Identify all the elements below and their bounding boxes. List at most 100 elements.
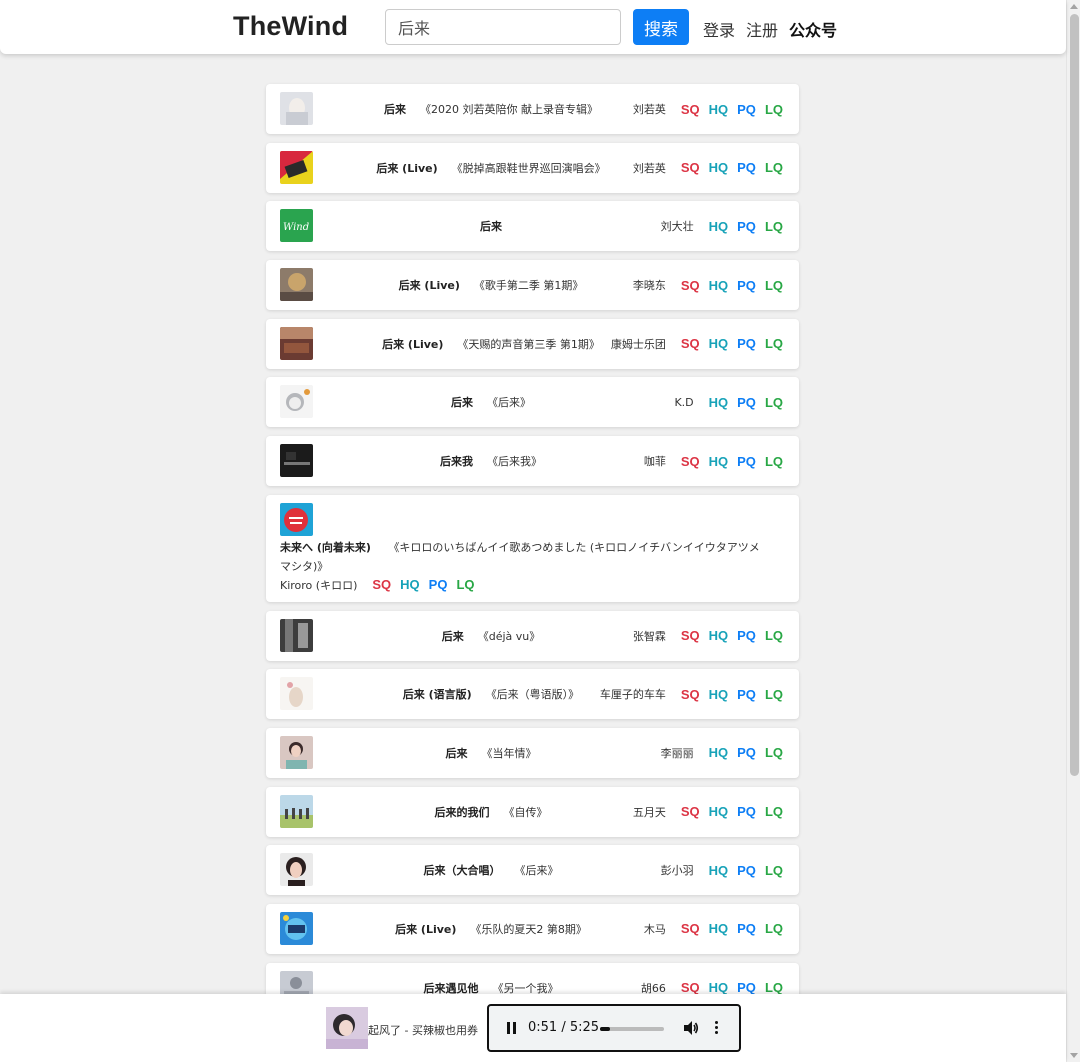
quality-pq-link[interactable]: PQ xyxy=(737,160,756,175)
song-title[interactable]: 后来 (Live) xyxy=(376,160,437,176)
quality-hq-link[interactable]: HQ xyxy=(709,980,729,995)
album-cover-image[interactable] xyxy=(280,326,313,360)
quality-lq-link[interactable]: LQ xyxy=(765,687,783,702)
quality-lq-link[interactable]: LQ xyxy=(456,577,474,592)
quality-pq-link[interactable]: PQ xyxy=(737,980,756,995)
song-card[interactable]: 后来的我们 《自传》 五月天 SQ HQ PQ LQ xyxy=(266,786,799,837)
quality-sq-link[interactable]: SQ xyxy=(681,278,700,293)
quality-lq-link[interactable]: LQ xyxy=(765,219,783,234)
volume-icon[interactable] xyxy=(683,1020,699,1036)
pause-icon[interactable] xyxy=(507,1022,517,1034)
quality-lq-link[interactable]: LQ xyxy=(765,336,783,351)
song-title[interactable]: 后来我 xyxy=(440,453,473,469)
song-card[interactable]: 后来 (Live) 《脱掉高跟鞋世界巡回演唱会》 刘若英 SQ HQ PQ LQ xyxy=(266,142,799,193)
quality-hq-link[interactable]: HQ xyxy=(709,336,729,351)
album-cover-image[interactable]: Wind xyxy=(280,209,313,243)
page-scrollbar[interactable] xyxy=(1066,0,1080,1062)
quality-hq-link[interactable]: HQ xyxy=(709,687,729,702)
album-cover-image[interactable] xyxy=(280,853,313,887)
song-card[interactable]: 后来 (Live) 《天赐的声音第三季 第1期》 康姆士乐团 SQ HQ PQ … xyxy=(266,318,799,369)
album-cover-image[interactable] xyxy=(280,618,313,652)
quality-lq-link[interactable]: LQ xyxy=(765,160,783,175)
quality-lq-link[interactable]: LQ xyxy=(765,278,783,293)
song-card[interactable]: 后来 (语言版) 《后来（粤语版）》 车厘子的车车 SQ HQ PQ LQ xyxy=(266,669,799,720)
scrollbar-thumb[interactable] xyxy=(1070,14,1079,776)
quality-lq-link[interactable]: LQ xyxy=(765,628,783,643)
song-title[interactable]: 后来（大合唱） xyxy=(424,862,501,878)
official-account-link[interactable]: 公众号 xyxy=(789,17,837,41)
quality-pq-link[interactable]: PQ xyxy=(737,219,756,234)
song-title[interactable]: 后来 (Live) xyxy=(395,921,456,937)
quality-hq-link[interactable]: HQ xyxy=(709,102,729,117)
quality-pq-link[interactable]: PQ xyxy=(737,102,756,117)
song-card[interactable]: 后来 (Live) 《乐队的夏天2 第8期》 木马 SQ HQ PQ LQ xyxy=(266,903,799,954)
site-logo[interactable]: TheWind xyxy=(233,11,348,42)
song-title[interactable]: 后来 (Live) xyxy=(382,336,443,352)
quality-sq-link[interactable]: SQ xyxy=(681,921,700,936)
quality-hq-link[interactable]: HQ xyxy=(709,454,729,469)
quality-sq-link[interactable]: SQ xyxy=(681,687,700,702)
quality-pq-link[interactable]: PQ xyxy=(737,278,756,293)
album-cover-image[interactable] xyxy=(280,385,313,419)
quality-lq-link[interactable]: LQ xyxy=(765,980,783,995)
quality-lq-link[interactable]: LQ xyxy=(765,745,783,760)
quality-lq-link[interactable]: LQ xyxy=(765,863,783,878)
song-title[interactable]: 后来 (Live) xyxy=(399,277,460,293)
quality-hq-link[interactable]: HQ xyxy=(709,804,729,819)
more-options-icon[interactable] xyxy=(714,1020,720,1036)
quality-pq-link[interactable]: PQ xyxy=(737,628,756,643)
quality-hq-link[interactable]: HQ xyxy=(709,219,729,234)
quality-pq-link[interactable]: PQ xyxy=(737,395,756,410)
quality-sq-link[interactable]: SQ xyxy=(681,628,700,643)
quality-pq-link[interactable]: PQ xyxy=(737,336,756,351)
quality-sq-link[interactable]: SQ xyxy=(681,980,700,995)
quality-hq-link[interactable]: HQ xyxy=(709,160,729,175)
song-card[interactable]: 后来 《2020 刘若英陪你 献上录音专辑》 刘若英 SQ HQ PQ LQ xyxy=(266,84,799,134)
scroll-down-arrow-icon[interactable] xyxy=(1070,1053,1078,1058)
quality-sq-link[interactable]: SQ xyxy=(681,454,700,469)
playback-progress-slider[interactable] xyxy=(600,1027,664,1031)
quality-hq-link[interactable]: HQ xyxy=(709,745,729,760)
quality-hq-link[interactable]: HQ xyxy=(709,863,729,878)
album-cover-image[interactable] xyxy=(280,735,313,769)
album-cover-image[interactable] xyxy=(280,794,313,828)
song-title[interactable]: 后来 xyxy=(442,628,464,644)
album-cover-image[interactable] xyxy=(280,677,313,711)
quality-sq-link[interactable]: SQ xyxy=(681,336,700,351)
audio-player-controls[interactable]: 0:51 / 5:25 xyxy=(487,1004,741,1052)
quality-hq-link[interactable]: HQ xyxy=(400,577,420,592)
quality-hq-link[interactable]: HQ xyxy=(709,278,729,293)
quality-lq-link[interactable]: LQ xyxy=(765,921,783,936)
quality-pq-link[interactable]: PQ xyxy=(737,863,756,878)
song-title[interactable]: 后来 xyxy=(480,218,502,234)
quality-lq-link[interactable]: LQ xyxy=(765,395,783,410)
quality-sq-link[interactable]: SQ xyxy=(681,102,700,117)
quality-lq-link[interactable]: LQ xyxy=(765,804,783,819)
song-card[interactable]: 后来 《déjà vu》 张智霖 SQ HQ PQ LQ xyxy=(266,610,799,661)
quality-lq-link[interactable]: LQ xyxy=(765,454,783,469)
album-cover-image[interactable] xyxy=(280,92,313,125)
song-card[interactable]: 后来我 《后来我》 咖菲 SQ HQ PQ LQ xyxy=(266,436,799,487)
song-title[interactable]: 后来 xyxy=(446,745,468,761)
song-title[interactable]: 后来 xyxy=(384,101,406,117)
quality-hq-link[interactable]: HQ xyxy=(709,628,729,643)
quality-pq-link[interactable]: PQ xyxy=(737,687,756,702)
search-input[interactable] xyxy=(385,9,621,45)
album-cover-image[interactable] xyxy=(280,911,313,945)
song-title[interactable]: 后来 xyxy=(451,394,473,410)
quality-sq-link[interactable]: SQ xyxy=(681,804,700,819)
quality-hq-link[interactable]: HQ xyxy=(709,395,729,410)
quality-pq-link[interactable]: PQ xyxy=(737,454,756,469)
quality-lq-link[interactable]: LQ xyxy=(765,102,783,117)
song-card[interactable]: 后来 (Live) 《歌手第二季 第1期》 李晓东 SQ HQ PQ LQ xyxy=(266,260,799,311)
song-title[interactable]: 未来へ (向着未来) xyxy=(280,541,371,554)
login-link[interactable]: 登录 xyxy=(703,17,735,41)
scroll-up-arrow-icon[interactable] xyxy=(1070,4,1078,9)
song-card[interactable]: 后来 《当年情》 李丽丽 HQ PQ LQ xyxy=(266,727,799,778)
song-title[interactable]: 后来 (语言版) xyxy=(403,686,472,702)
song-title[interactable]: 后来的我们 xyxy=(435,804,490,820)
album-cover-image[interactable] xyxy=(280,268,313,302)
quality-pq-link[interactable]: PQ xyxy=(737,745,756,760)
search-button[interactable]: 搜索 xyxy=(633,9,689,45)
song-card[interactable]: Wind 后来 刘大壮 HQ PQ LQ xyxy=(266,201,799,252)
